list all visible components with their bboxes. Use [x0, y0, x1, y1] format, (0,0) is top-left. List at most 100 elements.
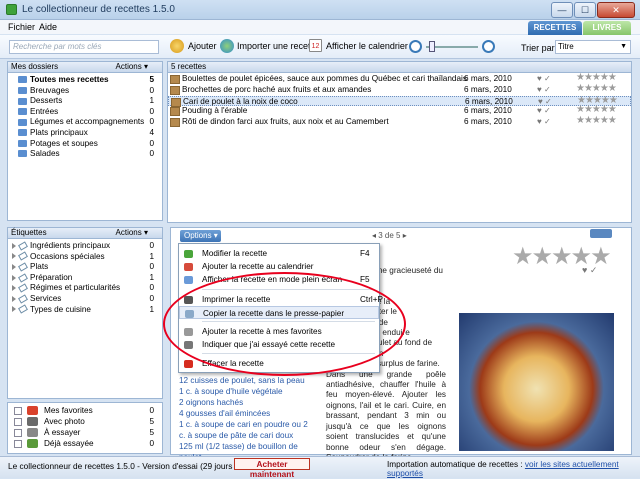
folder-list: Toutes mes recettes 5 Breuvages 0 Desserts 1 E…: [8, 73, 162, 160]
recipe-favorite-tried-icons[interactable]: ♥ ✓: [537, 106, 551, 117]
import-button[interactable]: Importer une recette: [237, 41, 318, 51]
options-button[interactable]: Options ▾: [180, 230, 221, 242]
recipe-favorite-tried-icons[interactable]: ♥ ✓: [537, 117, 551, 128]
recipe-thumbnail: [170, 85, 180, 95]
expand-arrow-icon[interactable]: [12, 264, 16, 271]
expand-arrow-icon[interactable]: [12, 242, 16, 249]
tag-item[interactable]: Services 0: [8, 294, 162, 305]
folder-item[interactable]: Toutes mes recettes 5: [8, 75, 162, 86]
recipe-list: Boulettes de poulet épicées, sauce aux p…: [168, 72, 631, 128]
menu-item-icon: [184, 250, 193, 258]
tag-label: Plats: [30, 262, 49, 272]
expand-arrow-icon[interactable]: [12, 306, 16, 313]
recipe-stars[interactable]: ★★★★★: [576, 83, 617, 95]
recipe-row[interactable]: Boulettes de poulet épicées, sauce aux p…: [168, 72, 631, 85]
folder-item[interactable]: Desserts 1: [8, 96, 162, 107]
folders-actions-button[interactable]: Actions ▾: [116, 62, 148, 72]
ingredient-item: 1 c. à soupe de cari en poudre ou 2 c. à…: [179, 420, 308, 440]
buy-now-button[interactable]: Acheter maintenant: [234, 458, 310, 479]
favorite-icon: [27, 417, 38, 426]
tag-count: 0: [149, 283, 154, 293]
favorite-item[interactable]: Mes favorites 0: [8, 405, 162, 416]
tag-label: Ingrédients principaux: [30, 241, 111, 250]
recipe-row[interactable]: Brochettes de porc haché aux fruits et a…: [168, 83, 631, 96]
minimize-button[interactable]: —: [551, 2, 573, 18]
expand-arrow-icon[interactable]: [12, 253, 16, 260]
recipe-row[interactable]: Cari de poulet à la noix de coco 6 mars, …: [168, 95, 631, 107]
expand-arrow-icon[interactable]: [12, 285, 16, 292]
tag-item[interactable]: Occasions spéciales 1: [8, 252, 162, 263]
expand-arrow-icon[interactable]: [12, 274, 16, 281]
zoom-slider-thumb[interactable]: [429, 41, 435, 52]
search-input[interactable]: Recherche par mots clés: [9, 40, 159, 54]
tag-item[interactable]: Plats 0: [8, 262, 162, 273]
tag-item[interactable]: Régimes et particularités 0: [8, 283, 162, 294]
tab-recipes[interactable]: RECETTES: [528, 21, 582, 35]
favorite-item[interactable]: Avec photo 5: [8, 416, 162, 427]
favorite-count: 5: [149, 417, 154, 426]
folder-icon: [18, 150, 27, 158]
tag-label: Types de cuisine: [30, 304, 91, 314]
folder-count: 5: [149, 75, 154, 84]
folder-count: 1: [149, 96, 154, 106]
expand-arrow-icon[interactable]: [12, 295, 16, 302]
add-icon: [170, 39, 184, 53]
close-button[interactable]: ✕: [597, 2, 635, 18]
recipe-stars[interactable]: ★★★★★: [576, 115, 617, 127]
tags-title: Étiquettes: [11, 228, 47, 237]
folder-item[interactable]: Entrées 0: [8, 107, 162, 118]
folder-icon: [18, 108, 27, 116]
tag-item[interactable]: Préparation 1: [8, 273, 162, 284]
menu-item[interactable]: Modifier la recette F4: [179, 247, 379, 260]
menu-item-icon: [184, 276, 193, 285]
favorite-label: À essayer: [44, 428, 81, 437]
recipe-row[interactable]: Pouding à l'érable 6 mars, 2010 ♥ ✓ ★★★★★: [168, 105, 631, 117]
ingredient-item: 12 cuisses de poulet, sans la peau: [179, 376, 305, 385]
tag-label: Occasions spéciales: [30, 251, 105, 261]
recipe-row[interactable]: Rôti de dindon farci aux fruits, aux noi…: [168, 115, 631, 128]
maximize-button[interactable]: ☐: [574, 2, 596, 18]
tag-item[interactable]: Types de cuisine 1: [8, 305, 162, 316]
window-title: Le collectionneur de recettes 1.5.0: [22, 4, 175, 15]
favorite-checkbox[interactable]: [14, 429, 22, 437]
favorite-checkbox[interactable]: [14, 440, 22, 448]
favorite-label: Déjà essayée: [44, 439, 94, 448]
tag-item[interactable]: Ingrédients principaux 0: [8, 241, 162, 252]
recipe-pager[interactable]: ◂ 3 de 5 ▸: [372, 231, 407, 240]
menu-file[interactable]: Fichier: [8, 22, 35, 32]
favorite-checkbox[interactable]: [14, 407, 22, 415]
tag-icon: [18, 262, 28, 272]
instruction-line: Dans une grande poêle antiadhésive, chau…: [326, 369, 446, 462]
folder-item[interactable]: Légumes et accompagnements 0: [8, 117, 162, 128]
folder-item[interactable]: Breuvages 0: [8, 86, 162, 97]
recipe-favorite-tried-icons[interactable]: ♥ ✓: [537, 85, 551, 96]
folder-item[interactable]: Salades 0: [8, 149, 162, 160]
folder-item[interactable]: Potages et soupes 0: [8, 139, 162, 150]
favorite-checkbox[interactable]: [14, 418, 22, 426]
tag-icon: [18, 273, 28, 283]
zoom-in-icon[interactable]: [482, 40, 495, 53]
menu-item-label: Ajouter la recette au calendrier: [202, 262, 314, 272]
status-import-label: Importation automatique de recettes :: [387, 460, 523, 469]
calendar-button[interactable]: Afficher le calendrier: [326, 41, 408, 51]
recipe-thumbnail: [170, 118, 180, 128]
recipe-date: 6 mars, 2010: [464, 74, 512, 83]
calendar-icon: 12: [309, 39, 322, 52]
recipe-status-icons[interactable]: ♥ ✓: [582, 265, 597, 276]
tab-books[interactable]: LIVRES: [583, 21, 631, 35]
sort-select[interactable]: Titre ▼: [555, 40, 631, 54]
folder-item[interactable]: Plats principaux 4: [8, 128, 162, 139]
tag-label: Services: [30, 293, 62, 303]
add-button[interactable]: Ajouter: [188, 41, 217, 51]
menu-help[interactable]: Aide: [39, 22, 57, 32]
favorite-item[interactable]: Déjà essayée 0: [8, 438, 162, 449]
recipe-thumbnail: [170, 75, 180, 84]
folder-label: Entrées: [30, 106, 59, 116]
zoom-out-icon[interactable]: [409, 40, 422, 53]
viewer-window-buttons[interactable]: [590, 229, 612, 238]
favorite-item[interactable]: À essayer 5: [8, 427, 162, 438]
tags-actions-button[interactable]: Actions ▾: [116, 228, 148, 238]
folders-panel: Mes dossiers Actions ▾ Toutes mes recette…: [7, 61, 163, 221]
folder-icon: [18, 76, 27, 84]
recipe-favorite-tried-icons[interactable]: ♥ ✓: [537, 74, 551, 85]
